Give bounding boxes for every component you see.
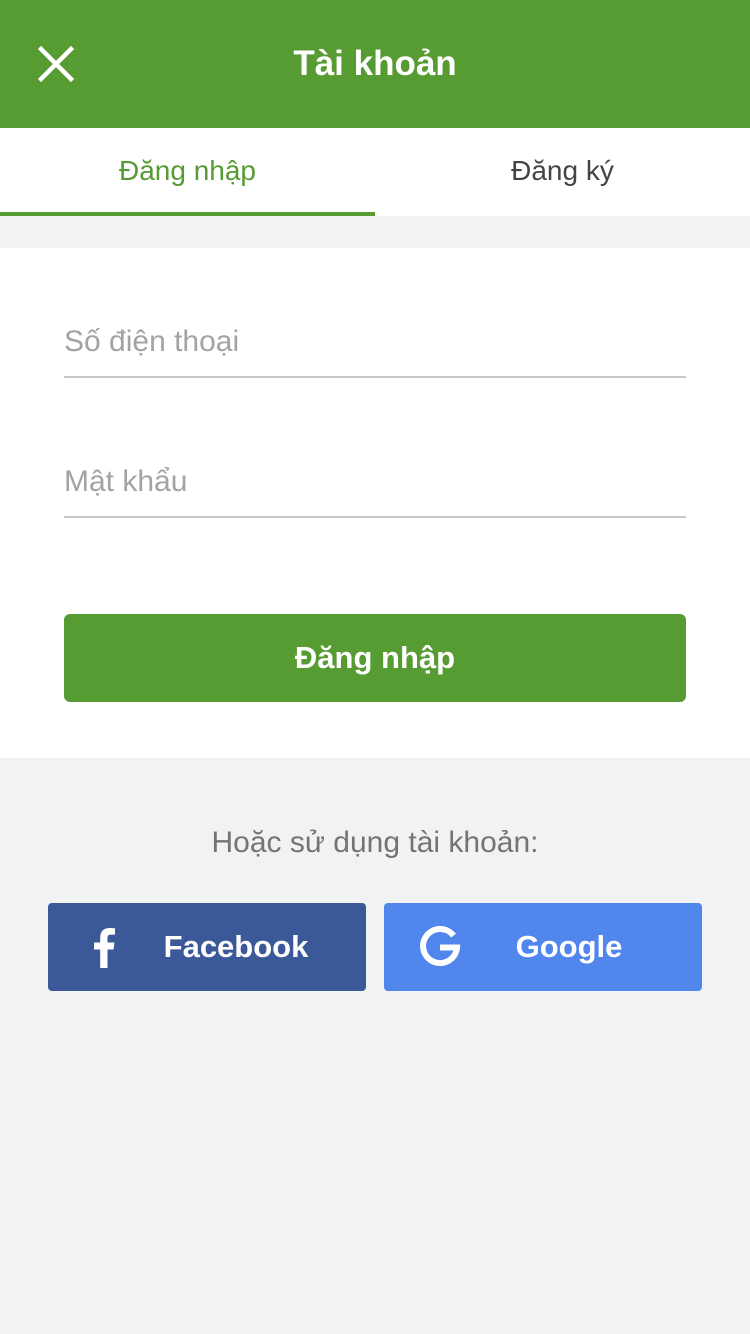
social-login-prompt: Hoặc sử dụng tài khoản: bbox=[211, 826, 539, 859]
login-form: Đăng nhập bbox=[0, 248, 750, 758]
auth-tabs: Đăng nhập Đăng ký bbox=[0, 128, 750, 216]
phone-field-container bbox=[64, 308, 686, 378]
page-title: Tài khoản bbox=[293, 44, 457, 83]
tab-login[interactable]: Đăng nhập bbox=[0, 128, 375, 216]
phone-input[interactable] bbox=[64, 308, 686, 376]
password-field-container bbox=[64, 448, 686, 518]
tab-register[interactable]: Đăng ký bbox=[375, 128, 750, 216]
close-button[interactable] bbox=[26, 34, 86, 94]
password-input[interactable] bbox=[64, 448, 686, 516]
login-button[interactable]: Đăng nhập bbox=[64, 614, 686, 702]
google-login-button[interactable]: Google bbox=[384, 903, 702, 991]
facebook-label: Facebook bbox=[163, 929, 309, 964]
account-screen: Tài khoản Đăng nhập Đăng ký Đăng nhập Ho… bbox=[0, 0, 750, 1334]
google-label: Google bbox=[515, 929, 623, 964]
app-header: Tài khoản bbox=[0, 0, 750, 128]
facebook-login-button[interactable]: Facebook bbox=[48, 903, 366, 991]
close-icon bbox=[38, 46, 74, 82]
